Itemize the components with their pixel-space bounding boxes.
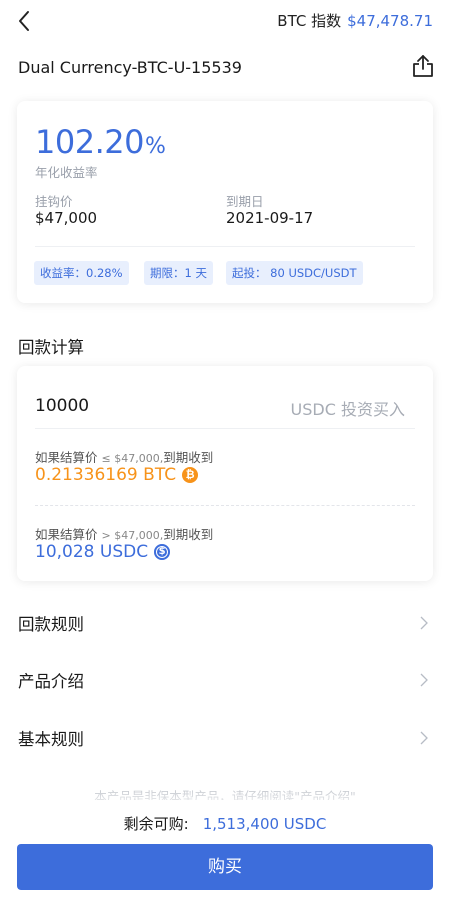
available-value: 1,513,400 USDC <box>202 815 327 833</box>
chevron-right-icon <box>420 731 428 745</box>
share-icon[interactable] <box>412 54 434 78</box>
tag-term: 期限：1 天 <box>144 261 213 285</box>
case-below-operator: ≤ $47,000, <box>101 452 164 465</box>
case-above-suffix: 到期收到 <box>163 527 214 542</box>
investment-amount-input[interactable]: 10000 <box>35 396 89 416</box>
annual-rate: 102.20% <box>35 123 166 161</box>
btc-index: BTC 指数 $47,478.71 <box>277 10 433 31</box>
btc-index-value: $47,478.71 <box>347 12 433 30</box>
bitcoin-icon: ₿ <box>182 467 199 483</box>
tag-minimum: 起投： 80 USDC/USDT <box>226 261 363 285</box>
menu-item-label: 基本规则 <box>18 730 84 749</box>
top-bar: BTC 指数 $47,478.71 <box>0 0 450 44</box>
back-arrow-icon[interactable] <box>14 8 36 34</box>
case-below-result-value: 0.21336169 BTC <box>35 465 177 485</box>
case-above-result-value: 10,028 USDC <box>35 542 149 562</box>
annual-rate-label: 年化收益率 <box>35 165 98 180</box>
available-label: 剩余可购: <box>123 815 189 833</box>
buy-button[interactable]: 购买 <box>17 844 433 890</box>
section-title-payout-calc: 回款计算 <box>18 338 84 357</box>
btc-index-label: BTC 指数 <box>277 12 342 30</box>
case-below-condition: 如果结算价 ≤ $47,000,到期收到 <box>35 447 213 466</box>
payout-calculator-card: 10000 USDC 投资买入 如果结算价 ≤ $47,000,到期收到 0.21… <box>17 366 433 581</box>
menu-item-label: 回款规则 <box>18 615 84 634</box>
risk-notice: 本产品是非保本型产品，请仔细阅读"产品介绍" <box>94 789 356 800</box>
menu-item-label: 产品介绍 <box>18 672 84 691</box>
divider <box>35 246 415 247</box>
chevron-right-icon <box>420 673 428 687</box>
available-amount: 剩余可购: 1,513,400 USDC <box>0 813 450 834</box>
annual-rate-unit: % <box>144 134 166 159</box>
case-above-result: 10,028 USDC $ <box>35 542 171 562</box>
divider <box>35 428 415 429</box>
menu-item-payout-rules[interactable]: 回款规则 <box>0 603 450 643</box>
chevron-right-icon <box>420 616 428 630</box>
tag-yield: 收益率：0.28% <box>34 261 129 285</box>
usdc-icon: $ <box>154 544 171 560</box>
investment-amount-unit: USDC 投资买入 <box>290 400 405 419</box>
case-above-operator: > $47,000, <box>101 529 164 542</box>
dashed-divider <box>35 505 415 506</box>
summary-card: 102.20% 年化收益率 挂钩价 $47,000 到期日 2021-09-17… <box>17 101 433 303</box>
case-below-prefix: 如果结算价 <box>35 450 98 465</box>
expiry-date-value: 2021-09-17 <box>226 209 314 227</box>
case-above-condition: 如果结算价 > $47,000,到期收到 <box>35 524 213 543</box>
case-below-result: 0.21336169 BTC ₿ <box>35 465 199 485</box>
strike-price-value: $47,000 <box>35 209 98 227</box>
case-above-prefix: 如果结算价 <box>35 527 98 542</box>
case-below-suffix: 到期收到 <box>163 450 214 465</box>
annual-rate-value: 102.20 <box>35 123 144 161</box>
menu-item-basic-rules[interactable]: 基本规则 <box>0 718 450 758</box>
product-title: Dual Currency-BTC-U-15539 <box>18 58 242 77</box>
menu-item-product-intro[interactable]: 产品介绍 <box>0 660 450 700</box>
strike-price-label: 挂钩价 <box>35 194 73 209</box>
expiry-date-label: 到期日 <box>226 194 264 209</box>
